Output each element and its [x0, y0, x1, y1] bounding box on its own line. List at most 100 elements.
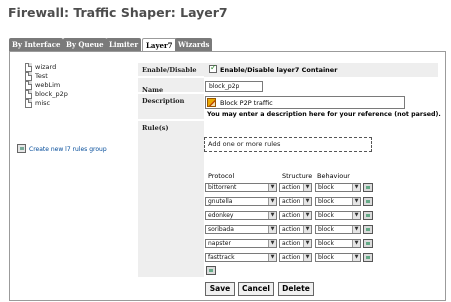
name-input[interactable]: block_p2p: [205, 81, 263, 92]
add-rules-box: Add one or more rules: [204, 137, 372, 152]
tree-item-label: webLim: [35, 81, 61, 89]
enable-checkbox[interactable]: [209, 63, 217, 73]
label-cell-description: Description: [138, 94, 204, 120]
file-icon: [25, 99, 32, 108]
delete-rule-icon[interactable]: [363, 211, 373, 220]
protocol-select[interactable]: soribada ▼: [205, 225, 277, 234]
file-icon: [25, 63, 32, 72]
structure-select[interactable]: action ▼: [279, 239, 312, 248]
protocol-value: bittorrent: [208, 184, 237, 191]
behaviour-select[interactable]: block ▼: [315, 225, 361, 234]
behaviour-select[interactable]: block ▼: [315, 197, 361, 206]
chevron-down-icon: ▼: [303, 226, 311, 233]
structure-value: action: [282, 240, 301, 247]
protocol-value: gnutella: [208, 198, 233, 205]
behaviour-value: block: [318, 240, 334, 247]
behaviour-select[interactable]: block ▼: [315, 183, 361, 192]
chevron-down-icon: ▼: [268, 254, 276, 261]
tab-wizards[interactable]: Wizards: [175, 38, 213, 51]
chevron-down-icon: ▼: [352, 212, 360, 219]
tab-layer7[interactable]: Layer7: [142, 38, 177, 52]
tab-by-interface[interactable]: By Interface: [9, 38, 64, 51]
label-cell-enable: Enable/Disable: [138, 63, 204, 77]
structure-column-header: Structure: [282, 172, 313, 180]
description-label: Description: [142, 97, 185, 105]
chevron-down-icon: ▼: [268, 198, 276, 205]
delete-rule-icon[interactable]: [363, 253, 373, 262]
structure-value: action: [282, 212, 301, 219]
behaviour-select[interactable]: block ▼: [315, 211, 361, 220]
behaviour-value: block: [318, 254, 334, 261]
protocol-select[interactable]: fasttrack ▼: [205, 253, 277, 262]
chevron-down-icon: ▼: [303, 198, 311, 205]
enable-label: Enable/Disable: [142, 66, 197, 74]
structure-select[interactable]: action ▼: [279, 253, 312, 262]
delete-rule-icon[interactable]: [363, 183, 373, 192]
label-cell-name: Name: [138, 78, 204, 94]
file-icon: [25, 72, 32, 81]
tab-by-queue[interactable]: By Queue: [63, 38, 107, 51]
chevron-down-icon: ▼: [352, 198, 360, 205]
page-title: Firewall: Traffic Shaper: Layer7: [8, 5, 228, 20]
delete-rule-icon[interactable]: [363, 239, 373, 248]
behaviour-select[interactable]: block ▼: [315, 253, 361, 262]
protocol-select[interactable]: edonkey ▼: [205, 211, 277, 220]
protocol-value: soribada: [208, 226, 234, 233]
chevron-down-icon: ▼: [352, 226, 360, 233]
protocol-value: fasttrack: [208, 254, 235, 261]
add-group-icon: [17, 144, 26, 153]
rules-label: Rule(s): [142, 124, 169, 132]
name-label: Name: [142, 86, 164, 94]
description-value: Block P2P traffic: [220, 99, 273, 107]
behaviour-value: block: [318, 226, 334, 233]
label-cell-rules: Rule(s): [138, 121, 204, 278]
structure-select[interactable]: action ▼: [279, 225, 312, 234]
delete-rule-icon[interactable]: [363, 197, 373, 206]
chevron-down-icon: ▼: [303, 212, 311, 219]
structure-value: action: [282, 184, 301, 191]
protocol-select[interactable]: bittorrent ▼: [205, 183, 277, 192]
chevron-down-icon: ▼: [303, 240, 311, 247]
file-icon: [25, 81, 32, 90]
protocol-value: napster: [208, 240, 231, 247]
tab-limiter[interactable]: Limiter: [106, 38, 142, 51]
structure-value: action: [282, 254, 301, 261]
protocol-select[interactable]: napster ▼: [205, 239, 277, 248]
structure-value: action: [282, 198, 301, 205]
structure-value: action: [282, 226, 301, 233]
description-help: You may enter a description here for you…: [207, 111, 441, 118]
structure-select[interactable]: action ▼: [279, 183, 312, 192]
create-rules-group-label: Create new l7 rules group: [29, 146, 107, 153]
pencil-icon: [207, 98, 216, 107]
chevron-down-icon: ▼: [268, 212, 276, 219]
chevron-down-icon: ▼: [268, 184, 276, 191]
behaviour-column-header: Behaviour: [317, 172, 350, 180]
behaviour-select[interactable]: block ▼: [315, 239, 361, 248]
structure-select[interactable]: action ▼: [279, 197, 312, 206]
cancel-button[interactable]: Cancel: [238, 282, 274, 296]
protocol-value: edonkey: [208, 212, 234, 219]
behaviour-value: block: [318, 212, 334, 219]
tree-item-label: wizard: [35, 63, 57, 71]
file-icon: [25, 90, 32, 99]
chevron-down-icon: ▼: [352, 184, 360, 191]
enable-checkbox-label: Enable/Disable layer7 Container: [220, 66, 338, 74]
structure-select[interactable]: action ▼: [279, 211, 312, 220]
description-input[interactable]: Block P2P traffic: [205, 96, 405, 109]
chevron-down-icon: ▼: [303, 184, 311, 191]
save-button[interactable]: Save: [205, 282, 235, 296]
protocol-column-header: Protocol: [208, 172, 235, 180]
delete-button[interactable]: Delete: [278, 282, 314, 296]
behaviour-value: block: [318, 198, 334, 205]
protocol-select[interactable]: gnutella ▼: [205, 197, 277, 206]
chevron-down-icon: ▼: [268, 240, 276, 247]
tree-item-label: block_p2p: [35, 90, 68, 98]
chevron-down-icon: ▼: [303, 254, 311, 261]
tree-item-label: misc: [35, 99, 51, 107]
chevron-down-icon: ▼: [268, 226, 276, 233]
add-rule-icon[interactable]: [206, 266, 216, 275]
chevron-down-icon: ▼: [352, 254, 360, 261]
behaviour-value: block: [318, 184, 334, 191]
delete-rule-icon[interactable]: [363, 225, 373, 234]
tree-item-label: Test: [35, 72, 48, 80]
